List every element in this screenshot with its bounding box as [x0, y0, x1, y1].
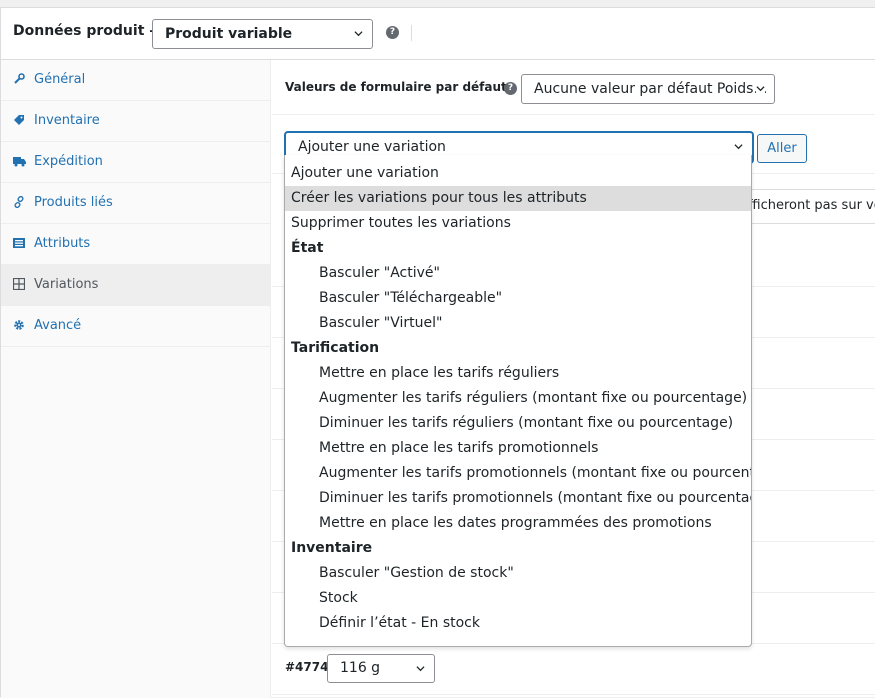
tab-variations[interactable]: Variations — [1, 265, 271, 306]
tab-advanced[interactable]: Avancé — [1, 306, 271, 347]
option-toggle-virtual[interactable]: Basculer "Virtuel" — [285, 311, 751, 336]
tab-label: Variations — [34, 277, 99, 292]
chevron-down-icon — [734, 144, 743, 150]
default-weight-select[interactable]: Aucune valeur par défaut Poids… — [521, 74, 775, 104]
option-toggle-manage-stock[interactable]: Basculer "Gestion de stock" — [285, 561, 751, 586]
variation-weight-value: 116 g — [340, 660, 381, 676]
gear-icon — [13, 319, 25, 331]
option-toggle-enabled[interactable]: Basculer "Activé" — [285, 261, 751, 286]
chevron-down-icon — [756, 84, 765, 93]
panel-title: Données produit — — [13, 23, 164, 39]
optgroup-inventory: Inventaire — [291, 540, 373, 556]
link-icon — [13, 195, 25, 209]
option-increase-regular-prices[interactable]: Augmenter les tarifs réguliers (montant … — [285, 386, 751, 411]
option-toggle-downloadable[interactable]: Basculer "Téléchargeable" — [285, 286, 751, 311]
variation-weight-select[interactable]: 116 g — [327, 654, 435, 683]
tab-inventory[interactable]: Inventaire — [1, 101, 271, 142]
option-stock[interactable]: Stock — [285, 586, 751, 611]
option-set-sale-schedule[interactable]: Mettre en place les dates programmées de… — [285, 511, 751, 536]
option-decrease-regular-prices[interactable]: Diminuer les tarifs réguliers (montant f… — [285, 411, 751, 436]
tab-label: Inventaire — [34, 113, 100, 128]
option-increase-sale-prices[interactable]: Augmenter les tarifs promotionnels (mont… — [285, 461, 751, 486]
wrench-icon — [13, 73, 25, 85]
bulk-action-dropdown: Ajouter une variation Créer les variatio… — [284, 155, 752, 647]
option-set-regular-prices[interactable]: Mettre en place les tarifs réguliers — [285, 361, 751, 386]
product-data-tabs: Général Inventaire Expédition Produits l… — [1, 60, 271, 698]
default-form-values-row: Valeurs de formulaire par défaut: ? Aucu… — [272, 60, 875, 115]
default-weight-value: Aucune valeur par défaut Poids… — [534, 81, 768, 97]
option-decrease-sale-prices[interactable]: Diminuer les tarifs promotionnels (monta… — [285, 486, 751, 511]
tab-label: Avancé — [34, 318, 82, 333]
option-delete-all-variations[interactable]: Supprimer toutes les variations — [285, 211, 751, 236]
optgroup-pricing: Tarification — [291, 340, 380, 356]
tab-general[interactable]: Général — [1, 60, 271, 101]
product-type-value: Produit variable — [165, 26, 293, 42]
tab-attributes[interactable]: Attributs — [1, 224, 271, 265]
help-icon[interactable]: ? — [504, 82, 517, 95]
go-button[interactable]: Aller — [757, 134, 807, 163]
tab-label: Attributs — [34, 236, 91, 251]
tab-label: Expédition — [34, 154, 103, 169]
tag-icon — [13, 114, 25, 126]
tab-label: Général — [34, 72, 86, 87]
bulk-action-value: Ajouter une variation — [298, 139, 446, 155]
truck-icon — [13, 155, 26, 167]
notice-text: fficheront pas sur vot — [748, 198, 875, 213]
row-divider — [272, 694, 875, 695]
chevron-down-icon — [416, 666, 425, 672]
grid-icon — [12, 277, 26, 291]
default-values-label: Valeurs de formulaire par défaut: — [285, 80, 512, 94]
header-divider — [411, 25, 412, 41]
tab-shipping[interactable]: Expédition — [1, 142, 271, 183]
tab-label: Produits liés — [34, 195, 113, 210]
optgroup-status: État — [291, 240, 324, 256]
product-data-header: Données produit — Produit variable ? — [1, 8, 875, 60]
chevron-down-icon — [354, 31, 363, 37]
help-icon[interactable]: ? — [386, 26, 399, 39]
list-icon — [13, 237, 25, 249]
tab-linked-products[interactable]: Produits liés — [1, 183, 271, 224]
option-set-sale-prices[interactable]: Mettre en place les tarifs promotionnels — [285, 436, 751, 461]
option-set-in-stock[interactable]: Définir l’état - En stock — [285, 611, 751, 636]
option-create-all-variations[interactable]: Créer les variations pour tous les attri… — [285, 186, 751, 211]
product-type-select[interactable]: Produit variable — [152, 19, 373, 49]
variation-id: #4774 — [285, 660, 329, 674]
option-add-variation[interactable]: Ajouter une variation — [285, 161, 751, 186]
